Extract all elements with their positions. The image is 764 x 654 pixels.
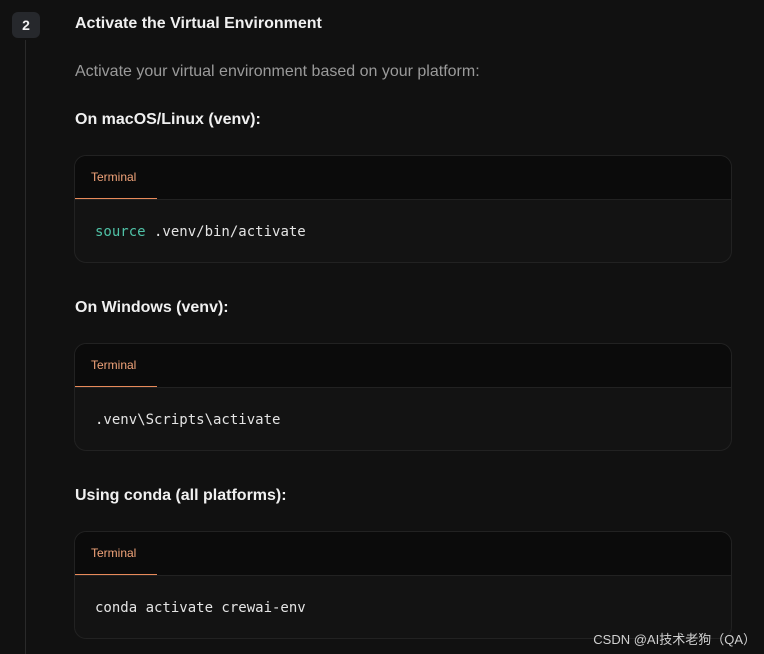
code-block-header: Terminal xyxy=(75,156,731,200)
code-block-header: Terminal xyxy=(75,532,731,576)
code-block-conda: Terminal conda activate crewai-env xyxy=(74,531,732,639)
command-args: .venv/bin/activate xyxy=(145,224,306,240)
command-keyword: source xyxy=(95,224,146,240)
section-heading-macos-linux: On macOS/Linux (venv): xyxy=(75,111,261,128)
code-command: .venv\Scripts\activate xyxy=(95,412,281,428)
step-number-badge: 2 xyxy=(12,12,40,38)
code-block-header: Terminal xyxy=(75,344,731,388)
tab-terminal[interactable]: Terminal xyxy=(75,532,157,575)
code-block-windows: Terminal .venv\Scripts\activate xyxy=(74,343,732,451)
tab-terminal[interactable]: Terminal xyxy=(75,344,157,387)
step-title: Activate the Virtual Environment xyxy=(75,15,322,32)
step-connector-line xyxy=(25,40,26,654)
code-command: conda activate crewai-env xyxy=(95,600,306,616)
section-heading-conda: Using conda (all platforms): xyxy=(75,487,287,504)
tab-terminal[interactable]: Terminal xyxy=(75,156,157,199)
step-description: Activate your virtual environment based … xyxy=(75,63,480,80)
code-command: source .venv/bin/activate xyxy=(75,200,731,240)
section-heading-windows: On Windows (venv): xyxy=(75,299,229,316)
code-block-macos-linux: Terminal source .venv/bin/activate xyxy=(74,155,732,263)
watermark: CSDN @AI技术老狗（QA） xyxy=(593,632,756,647)
